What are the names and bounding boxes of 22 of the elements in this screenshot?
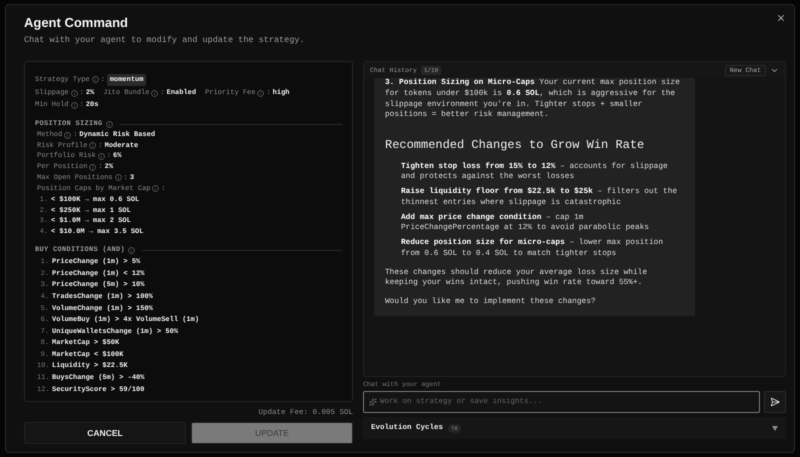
info-icon[interactable] xyxy=(92,76,99,83)
close-button[interactable] xyxy=(776,13,786,23)
info-icon[interactable] xyxy=(151,90,158,96)
triangle-icon xyxy=(772,426,778,430)
dialog-subtitle: Chat with your agent to modify and update the strategy. xyxy=(24,35,306,45)
info-icon[interactable] xyxy=(98,152,105,160)
info-icon[interactable] xyxy=(89,164,96,171)
dialog-title: Agent Command xyxy=(24,15,128,30)
info-icon[interactable] xyxy=(64,132,72,139)
send-button[interactable] xyxy=(764,391,786,413)
info-icon[interactable] xyxy=(106,120,113,128)
send-icon xyxy=(770,397,780,407)
info-icon[interactable] xyxy=(114,174,122,182)
info-icon[interactable] xyxy=(70,102,78,108)
info-icon[interactable] xyxy=(89,142,96,150)
sparkles-icon xyxy=(369,398,377,406)
info-icon[interactable] xyxy=(152,185,160,192)
info-icon[interactable] xyxy=(70,90,78,96)
message-heading: Recommended Changes to Grow Win Rate xyxy=(385,137,646,154)
info-icon[interactable] xyxy=(257,90,264,96)
info-icon[interactable] xyxy=(128,246,136,254)
cancel-button[interactable]: CANCEL xyxy=(24,422,186,444)
